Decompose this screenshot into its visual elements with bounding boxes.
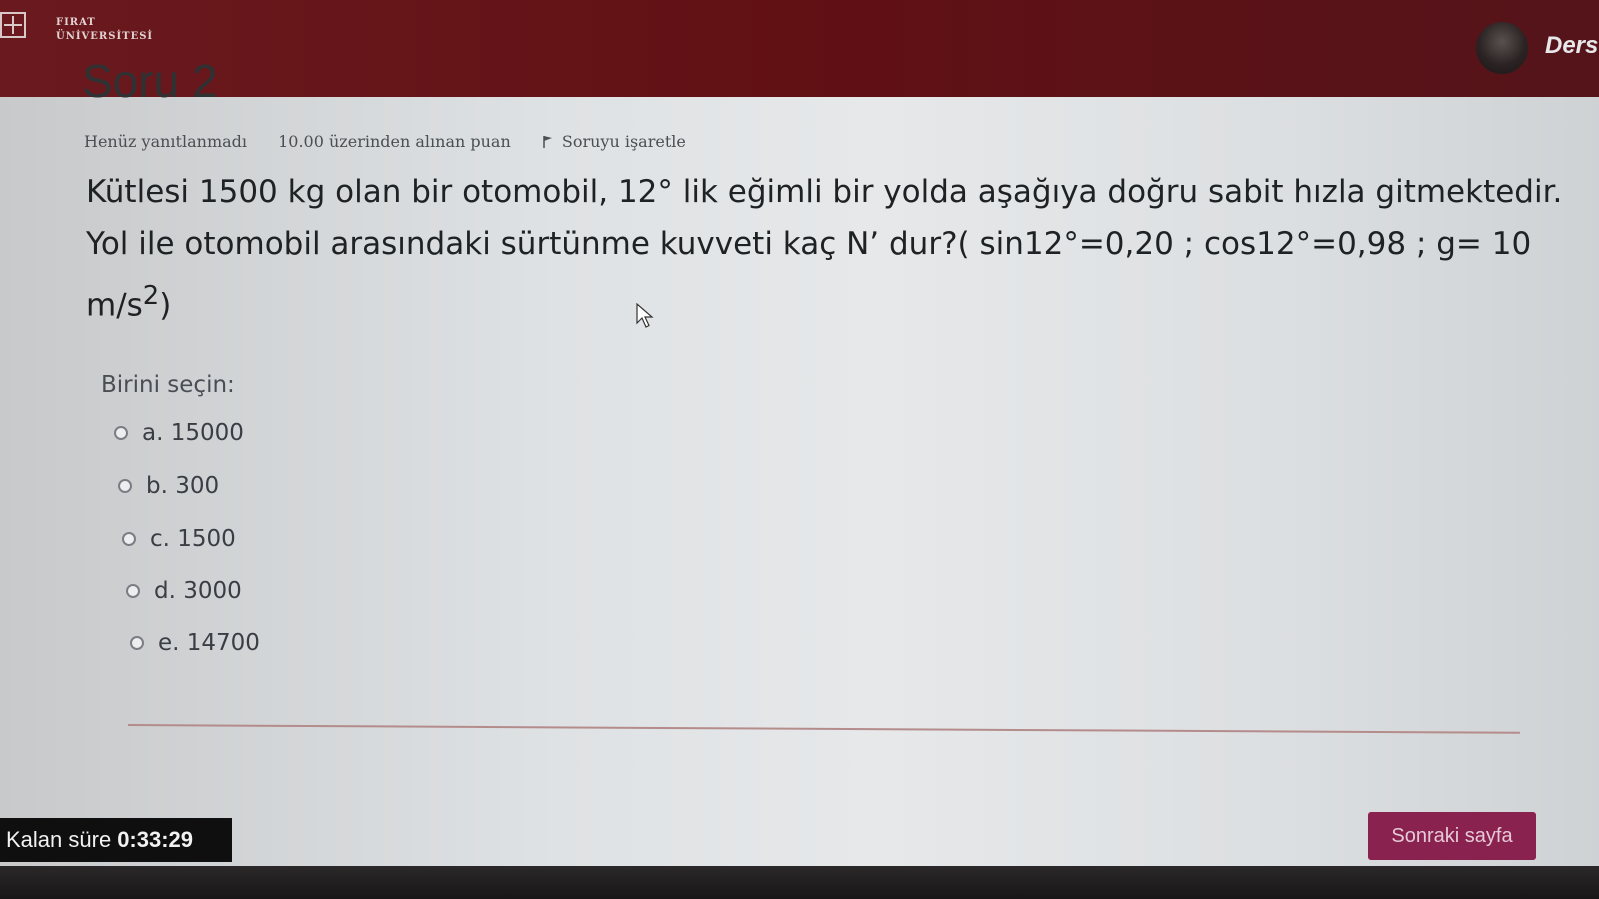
logo-line-2: ÜNİVERSİTESİ	[56, 31, 154, 42]
flag-question-label: Soruyu işaretle	[561, 132, 686, 151]
monitor-bezel	[0, 866, 1599, 899]
radio-button[interactable]	[118, 479, 132, 493]
option-label: e. 14700	[158, 630, 260, 656]
question-info: Henüz yanıtlanmadı 10.00 üzerinden alına…	[84, 132, 738, 151]
question-points: 10.00 üzerinden alınan puan	[278, 132, 511, 151]
top-navbar: FIRAT ÜNİVERSİTESİ Ders	[0, 0, 1599, 97]
answer-option-c[interactable]: c. 1500	[122, 526, 236, 552]
radio-button[interactable]	[122, 532, 136, 546]
option-label: a. 15000	[142, 420, 244, 446]
timer-value: 0:33:29	[117, 827, 194, 852]
time-remaining: Kalan süre 0:33:29	[0, 818, 232, 862]
logo-line-1: FIRAT	[56, 17, 96, 28]
answer-option-b[interactable]: b. 300	[118, 473, 219, 499]
next-page-button[interactable]: Sonraki sayfa	[1368, 812, 1536, 860]
question-status: Henüz yanıtlanmadı	[84, 132, 248, 151]
user-name[interactable]: Ders	[1545, 32, 1598, 60]
question-text-line-3: m/s2)	[86, 270, 1566, 331]
flag-icon	[543, 136, 552, 148]
user-avatar[interactable]	[1476, 22, 1528, 74]
answer-option-a[interactable]: a. 15000	[114, 420, 244, 446]
answer-option-e[interactable]: e. 14700	[130, 630, 260, 656]
option-label: b. 300	[146, 473, 220, 499]
option-label: d. 3000	[154, 578, 242, 604]
answer-prompt: Birini seçin:	[101, 372, 235, 398]
radio-button[interactable]	[130, 636, 144, 650]
university-logo-icon[interactable]	[0, 12, 26, 38]
question-text-line-2: Yol ile otomobil arasındaki sürtünme kuv…	[86, 226, 1532, 262]
answer-option-d[interactable]: d. 3000	[126, 578, 242, 604]
university-logo-text: FIRAT ÜNİVERSİTESİ	[56, 16, 153, 44]
section-divider	[127, 724, 1520, 734]
unit-close-paren: )	[159, 287, 172, 324]
question-text-line-1: Kütlesi 1500 kg olan bir otomobil, 12° l…	[86, 174, 1563, 210]
question-title: Soru 2	[82, 55, 218, 107]
unit-base: m/s	[86, 287, 143, 324]
radio-button[interactable]	[114, 426, 128, 440]
radio-button[interactable]	[126, 584, 140, 598]
mouse-cursor-icon	[636, 303, 654, 328]
unit-exponent: 2	[142, 281, 160, 311]
timer-label: Kalan süre	[6, 827, 112, 852]
flag-question-link[interactable]: Soruyu işaretle	[542, 132, 712, 151]
option-label: c. 1500	[150, 526, 236, 552]
question-text: Kütlesi 1500 kg olan bir otomobil, 12° l…	[86, 166, 1566, 331]
quiz-screen: FIRAT ÜNİVERSİTESİ Ders Soru 2 Henüz yan…	[0, 0, 1599, 899]
